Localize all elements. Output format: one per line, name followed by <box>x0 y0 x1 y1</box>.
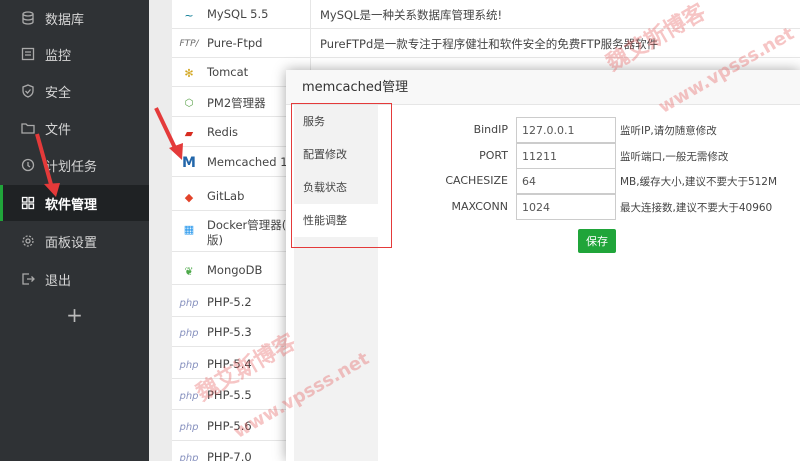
gear-icon <box>21 234 35 248</box>
add-button[interactable]: + <box>0 302 149 328</box>
php-icon: php <box>179 390 199 402</box>
modal-title: memcached管理 <box>286 70 800 105</box>
software-name: PHP-7.0 <box>207 450 252 461</box>
port-input[interactable] <box>516 143 616 169</box>
ftp-icon: FTP/ <box>179 39 199 49</box>
software-name: PHP-5.3 <box>207 325 252 339</box>
tomcat-icon: ✻ <box>184 66 194 80</box>
sidebar-item-label: 面板设置 <box>45 235 98 251</box>
maxconn-input[interactable] <box>516 194 616 220</box>
php-icon: php <box>179 421 199 433</box>
software-name: Memcached 1.5 <box>207 155 299 169</box>
software-name: PM2管理器 <box>207 96 266 110</box>
mongodb-icon: ❦ <box>184 264 194 278</box>
column-divider <box>310 29 311 57</box>
maxconn-row: MAXCONN 最大连接数,建议不要大于40960 <box>390 194 800 220</box>
mysql-icon: ~ <box>184 8 194 22</box>
grid-icon <box>21 196 35 210</box>
software-name: PHP-5.5 <box>207 388 252 402</box>
memcached-modal: memcached管理 服务 配置修改 负载状态 性能调整 BindIP 监听I… <box>286 70 800 461</box>
docker-icon: ▦ <box>183 222 195 236</box>
software-name: PHP-5.2 <box>207 295 252 309</box>
php-icon: php <box>179 359 199 371</box>
sidebar-item-database[interactable]: 数据库 <box>0 0 149 36</box>
bindip-label: BindIP <box>473 123 508 136</box>
php-icon: php <box>179 297 199 309</box>
bindip-hint: 监听IP,请勿随意修改 <box>620 125 717 137</box>
sidebar-item-label: 安全 <box>45 85 72 101</box>
sidebar-item-software[interactable]: 软件管理 <box>0 185 149 221</box>
folder-icon <box>21 121 35 135</box>
tab-performance[interactable]: 性能调整 <box>294 204 378 237</box>
port-row: PORT 监听端口,一般无需修改 <box>390 143 800 169</box>
modal-tab-list: 服务 配置修改 负载状态 性能调整 <box>294 105 378 461</box>
php-icon: php <box>179 452 199 461</box>
gitlab-icon: ◆ <box>184 190 194 204</box>
sidebar-item-files[interactable]: 文件 <box>0 110 149 146</box>
software-name: MySQL 5.5 <box>207 7 269 21</box>
sidebar-item-monitor[interactable]: 监控 <box>0 36 149 72</box>
bindip-row: BindIP 监听IP,请勿随意修改 <box>390 117 800 143</box>
memcached-icon: M <box>182 155 196 171</box>
software-name: MongoDB <box>207 263 263 277</box>
monitor-icon <box>21 47 35 61</box>
php-icon: php <box>179 327 199 339</box>
software-name: PHP-5.4 <box>207 357 252 371</box>
cachesize-hint: MB,缓存大小,建议不要大于512M <box>620 176 778 188</box>
table-row: FTP/ Pure-Ftpd PureFTPd是一款专注于程序健壮和软件安全的免… <box>172 29 800 58</box>
maxconn-hint: 最大连接数,建议不要大于40960 <box>620 202 773 214</box>
software-name: PHP-5.6 <box>207 419 252 433</box>
sidebar-item-security[interactable]: 安全 <box>0 73 149 109</box>
tab-service[interactable]: 服务 <box>294 105 378 138</box>
sidebar-item-cron[interactable]: 计划任务 <box>0 147 149 183</box>
database-icon <box>21 11 35 25</box>
software-name: GitLab <box>207 189 245 203</box>
bindip-input[interactable] <box>516 117 616 143</box>
sidebar-item-label: 文件 <box>45 122 72 138</box>
sidebar-item-label: 监控 <box>45 48 72 64</box>
maxconn-label: MAXCONN <box>451 200 508 213</box>
logout-icon <box>21 272 35 286</box>
save-button[interactable]: 保存 <box>578 229 616 253</box>
software-name: Redis <box>207 125 239 139</box>
software-desc: MySQL是一种关系数据库管理系统! <box>320 8 503 22</box>
sidebar-item-label: 退出 <box>45 273 72 289</box>
software-name: Pure-Ftpd <box>207 36 263 50</box>
tab-load-status[interactable]: 负载状态 <box>294 171 378 204</box>
software-name: Tomcat <box>207 65 249 79</box>
software-desc: PureFTPd是一款专注于程序健壮和软件安全的免费FTP服务器软件 <box>320 37 659 51</box>
sidebar: 数据库 监控 安全 文件 计划任务 软件管理 面板设置 退出 + <box>0 0 149 461</box>
clock-icon <box>21 158 35 172</box>
sidebar-item-label: 计划任务 <box>45 159 98 175</box>
sidebar-item-settings[interactable]: 面板设置 <box>0 223 149 259</box>
column-divider <box>310 0 311 28</box>
sidebar-item-logout[interactable]: 退出 <box>0 261 149 297</box>
cachesize-label: CACHESIZE <box>445 174 508 187</box>
port-label: PORT <box>479 149 508 162</box>
sidebar-item-label: 数据库 <box>45 12 85 28</box>
port-hint: 监听端口,一般无需修改 <box>620 151 729 163</box>
cachesize-row: CACHESIZE MB,缓存大小,建议不要大于512M <box>390 168 800 194</box>
table-row: ~ MySQL 5.5 MySQL是一种关系数据库管理系统! <box>172 0 800 29</box>
tab-config[interactable]: 配置修改 <box>294 138 378 171</box>
cachesize-input[interactable] <box>516 168 616 194</box>
redis-icon: ▰ <box>184 126 194 140</box>
nodejs-icon: ⬡ <box>184 97 194 109</box>
content-gutter <box>149 0 172 461</box>
shield-icon <box>21 84 35 98</box>
sidebar-item-label: 软件管理 <box>45 197 98 213</box>
